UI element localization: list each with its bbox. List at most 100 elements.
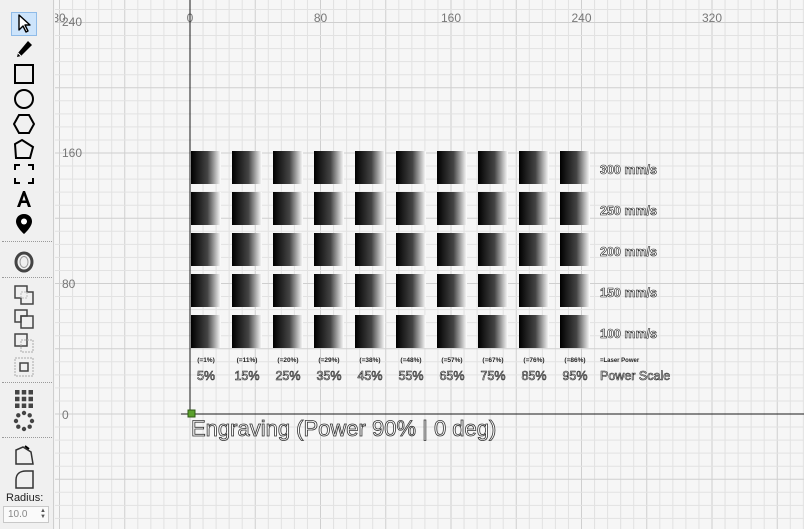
subtract-icon [14, 309, 34, 329]
circular-array-tool[interactable] [11, 409, 37, 433]
position-tool[interactable] [11, 212, 37, 236]
power-scale-label: 85% [521, 369, 546, 383]
swatch [191, 274, 221, 307]
round-corner-tool[interactable] [11, 467, 37, 491]
design-canvas[interactable]: 08016024032080240160800 300 mm/s250 mm/s… [55, 0, 804, 529]
swatch [355, 151, 385, 184]
swatch [273, 192, 303, 225]
swatch [314, 151, 344, 184]
swatch [273, 233, 303, 266]
swatch [232, 233, 262, 266]
power-scale-caption: Power Scale [600, 369, 670, 383]
x-tick-label: 320 [702, 11, 722, 25]
power-scale-label: 5% [197, 369, 215, 383]
laser-power-label: (=20%) [277, 357, 298, 364]
offset-ring-icon [14, 251, 34, 273]
subtract-tool[interactable] [11, 307, 37, 331]
corner-edit-tool[interactable] [11, 443, 37, 467]
rectangle-icon [14, 64, 34, 84]
swatch [355, 192, 385, 225]
swatch [560, 151, 590, 184]
corner-rect-tool[interactable] [11, 162, 37, 186]
swatch [519, 233, 549, 266]
rectangle-tool[interactable] [11, 62, 37, 86]
corner-edit-icon [15, 445, 34, 465]
swatch [314, 233, 344, 266]
swatch [314, 192, 344, 225]
grid-array-icon [15, 390, 33, 408]
swatch [191, 233, 221, 266]
radius-spinner[interactable]: ▲ ▼ [40, 508, 46, 520]
swatch [396, 192, 426, 225]
swatch [396, 274, 426, 307]
radius-label: Radius: [6, 492, 44, 504]
swatch [478, 233, 508, 266]
swatch [232, 315, 262, 348]
hexagon-icon [13, 114, 35, 134]
power-scale-label: 25% [275, 369, 300, 383]
intersect-icon [14, 333, 34, 353]
swatch [396, 233, 426, 266]
swatch [560, 192, 590, 225]
speed-label: 100 mm/s [600, 327, 657, 341]
swatch [273, 274, 303, 307]
union-tool[interactable] [11, 283, 37, 307]
laser-power-caption: =Laser Power [600, 358, 640, 364]
toolbar-separator [2, 241, 52, 242]
power-scale-label: 35% [316, 369, 341, 383]
swatch [519, 315, 549, 348]
pentagon-tool[interactable] [11, 137, 37, 161]
toolbar-separator [2, 437, 52, 438]
swatch [560, 315, 590, 348]
power-scale-label: 45% [357, 369, 382, 383]
power-scale-label: 75% [480, 369, 505, 383]
swatch [478, 151, 508, 184]
laser-power-label: (=57%) [441, 357, 462, 364]
radius-input[interactable]: 10.0 ▲ ▼ [3, 506, 49, 523]
swatch [519, 151, 549, 184]
laser-power-label: (=38%) [359, 357, 380, 364]
laser-power-label: (=86%) [564, 357, 585, 364]
swatch [437, 274, 467, 307]
inner-square-icon [14, 357, 34, 377]
swatch [191, 192, 221, 225]
text-tool[interactable] [11, 187, 37, 211]
radius-value: 10.0 [8, 509, 28, 520]
swatch [437, 233, 467, 266]
swatch [478, 192, 508, 225]
swatch [437, 151, 467, 184]
swatch [396, 315, 426, 348]
x-tick-label: 80 [314, 11, 328, 25]
engraving-title: Engraving (Power 90% | 0 deg) [191, 416, 496, 441]
toolbar-separator [2, 382, 52, 383]
speed-label: 200 mm/s [600, 245, 657, 259]
intersect-tool[interactable] [11, 331, 37, 355]
inner-tool[interactable] [11, 355, 37, 379]
swatch [519, 192, 549, 225]
polygon-tool[interactable] [11, 112, 37, 136]
ellipse-tool[interactable] [11, 87, 37, 111]
swatch [478, 274, 508, 307]
grid-array-tool[interactable] [11, 387, 37, 411]
x-tick-label: 160 [441, 11, 461, 25]
corners-icon [14, 164, 34, 184]
laser-power-label: (=76%) [523, 357, 544, 364]
select-tool[interactable] [11, 12, 37, 36]
power-scale-label: 95% [562, 369, 587, 383]
offset-tool[interactable] [11, 250, 37, 274]
location-pin-icon [16, 214, 32, 234]
pencil-icon [17, 41, 32, 57]
y-tick-label: 0 [62, 408, 69, 422]
pentagon-icon [13, 138, 35, 159]
union-icon [14, 285, 34, 305]
swatch [191, 151, 221, 184]
pencil-tool[interactable] [11, 37, 37, 61]
laser-power-label: (=48%) [400, 357, 421, 364]
laser-power-label: (=67%) [482, 357, 503, 364]
swatch [314, 274, 344, 307]
swatch [519, 274, 549, 307]
round-corner-icon [15, 470, 34, 489]
swatch [314, 315, 344, 348]
cursor-arrow-icon [18, 14, 31, 33]
swatch [273, 315, 303, 348]
